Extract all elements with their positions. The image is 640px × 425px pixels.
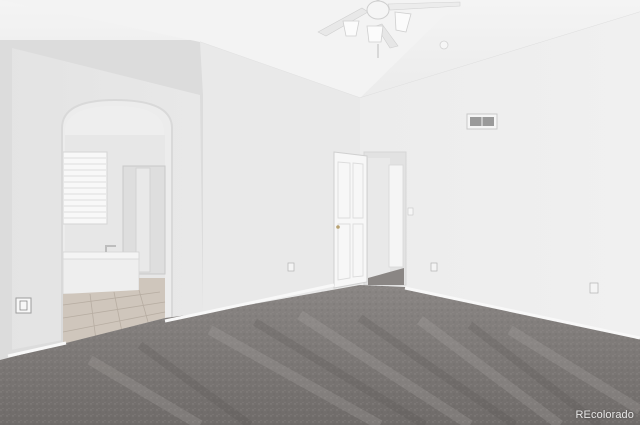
- hallway-doorway: [363, 151, 407, 286]
- watermark-label: REcolorado: [575, 409, 634, 421]
- bathroom-arch: [61, 98, 173, 345]
- bathroom-window: [62, 151, 108, 225]
- power-outlet-icon: [15, 297, 32, 314]
- smoke-detector: [439, 40, 449, 50]
- bathtub: [62, 245, 140, 295]
- room-illustration: [0, 0, 640, 425]
- bedroom-door: [333, 151, 368, 289]
- light-switch: [407, 207, 414, 216]
- room-photo: REcolorado: [0, 0, 640, 425]
- power-outlet-icon: [430, 262, 438, 272]
- door-handle-icon: [336, 225, 340, 229]
- power-outlet-icon: [287, 262, 295, 272]
- power-outlet-icon: [589, 282, 599, 294]
- air-vent-icon: [466, 113, 498, 130]
